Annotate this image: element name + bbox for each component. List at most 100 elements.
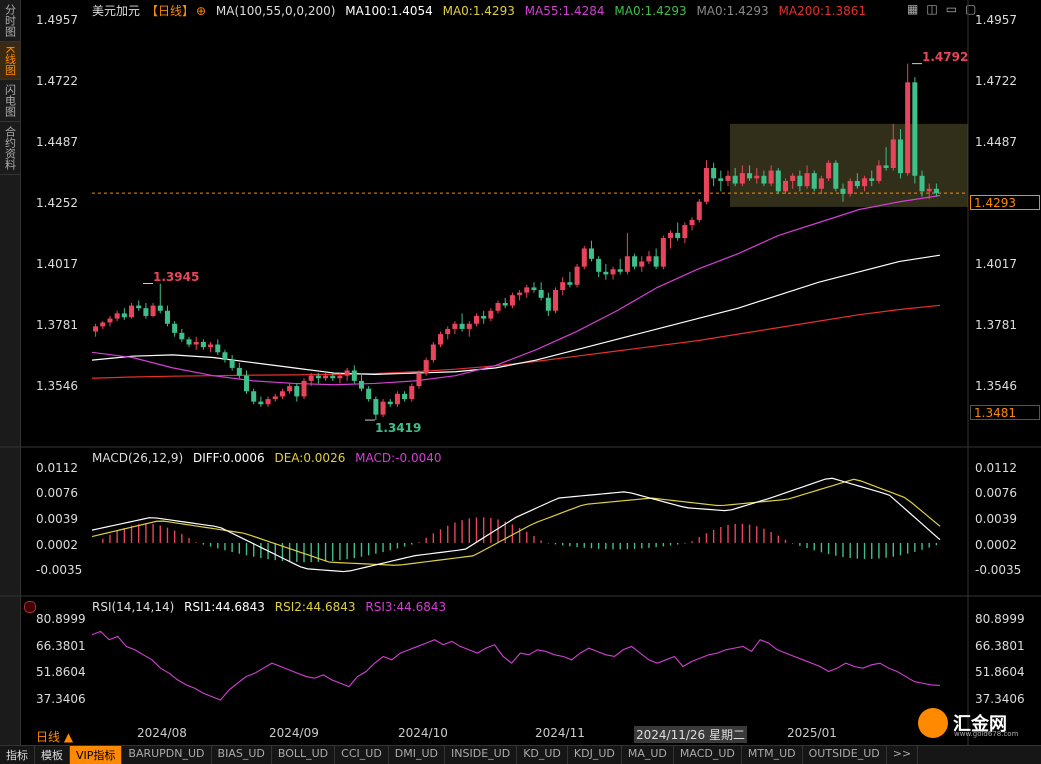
indicator-tab[interactable]: INSIDE_UD (445, 746, 518, 764)
candle-body (660, 238, 666, 267)
candle-body (186, 339, 192, 345)
candle-body (696, 201, 702, 220)
candle-body (387, 401, 393, 405)
candle-body (279, 391, 285, 397)
candle-body (423, 360, 429, 374)
candle-body (890, 139, 896, 168)
candle-body (164, 310, 170, 324)
candle-body (862, 178, 868, 187)
candle-body (502, 302, 508, 306)
candle-body (315, 375, 321, 379)
candle-body (301, 380, 307, 397)
candle-body (243, 375, 250, 392)
candle-body (739, 173, 745, 184)
indicator-tab-bar: 指标 模板 VIP指标 BARUPDN_UD BIAS_UD BOLL_UD CCI_UD D… (0, 745, 1041, 764)
candle-body (337, 375, 343, 379)
candle-body (775, 170, 781, 192)
candle-body (854, 180, 860, 187)
ma100-line (91, 254, 941, 375)
indicator-tab[interactable]: KDJ_UD (568, 746, 622, 764)
consolidation-box (730, 123, 968, 207)
candle-body (265, 399, 271, 405)
indicator-tab[interactable]: BARUPDN_UD (122, 746, 212, 764)
candle-body (380, 401, 386, 415)
candle-body (790, 175, 796, 181)
candle-body (883, 165, 889, 168)
indicator-tab[interactable]: CCI_UD (335, 746, 389, 764)
candle-body (488, 310, 494, 319)
candle-body (258, 401, 264, 405)
candle-body (768, 170, 774, 184)
candle-body (531, 287, 537, 290)
indicator-tab[interactable]: BOLL_UD (272, 746, 336, 764)
candle-body (445, 328, 451, 335)
candle-body (919, 175, 925, 192)
candle-body (402, 393, 408, 400)
candle-body (358, 380, 365, 389)
candle-body (905, 82, 911, 174)
candle-body (876, 165, 882, 181)
chart-canvas[interactable] (0, 0, 1041, 745)
indicator-tab[interactable]: MA_UD (622, 746, 674, 764)
logo-icon (918, 708, 948, 738)
candle-body (567, 282, 573, 285)
candle-body (236, 367, 242, 376)
candle-body (100, 322, 106, 327)
indicator-tab[interactable]: OUTSIDE_UD (803, 746, 887, 764)
candle-body (409, 386, 415, 400)
candle-body (517, 292, 523, 296)
candle-body (840, 188, 846, 194)
candle-body (481, 315, 487, 319)
candle-body (818, 178, 824, 189)
candle-body (272, 396, 278, 400)
candle-body (560, 282, 566, 290)
candle-body (639, 261, 645, 267)
candle-body (574, 266, 580, 285)
candle-body (797, 175, 803, 187)
ma55-line (91, 194, 941, 386)
candle-body (452, 323, 458, 329)
brand-logo: 汇金网 www.gold678.com (918, 708, 1038, 738)
candle-body (287, 386, 293, 392)
candle-body (897, 139, 903, 174)
candle-body (646, 256, 652, 262)
candle-body (509, 295, 515, 306)
indicator-tab[interactable]: MTM_UD (742, 746, 803, 764)
rsi-line (91, 630, 941, 701)
candle-body (473, 315, 479, 324)
candle-body (121, 313, 127, 318)
indicator-tab[interactable]: 指标 (0, 746, 35, 764)
candle-body (653, 256, 659, 267)
indicator-tab[interactable]: DMI_UD (389, 746, 446, 764)
indicator-tab[interactable]: >> (887, 746, 919, 764)
candle-body (143, 308, 149, 316)
logo-url: www.gold678.com (954, 730, 1019, 738)
indicator-tab[interactable]: BIAS_UD (212, 746, 272, 764)
candle-body (150, 305, 156, 316)
candle-body (912, 82, 918, 176)
candle-body (682, 225, 688, 239)
indicator-tab[interactable]: VIP指标 (70, 746, 123, 764)
candle-body (711, 167, 717, 179)
candle-body (172, 323, 178, 333)
candle-body (725, 175, 731, 181)
indicator-tab[interactable]: MACD_UD (674, 746, 742, 764)
candle-body (667, 232, 674, 239)
candle-body (804, 173, 810, 187)
candle-body (624, 256, 630, 272)
dea-line (91, 478, 941, 566)
candle-body (157, 305, 163, 311)
candle-body (107, 318, 113, 323)
candle-body (782, 180, 789, 192)
candle-body (366, 388, 372, 400)
candle-body (129, 305, 135, 318)
candle-body (732, 175, 738, 184)
indicator-tab[interactable]: 模板 (35, 746, 70, 764)
candle-body (208, 344, 214, 348)
candle-body (308, 375, 314, 381)
candle-body (136, 305, 142, 309)
candle-body (603, 271, 609, 275)
indicator-tab[interactable]: KD_UD (517, 746, 568, 764)
candle-body (416, 373, 422, 387)
candle-body (588, 248, 594, 259)
